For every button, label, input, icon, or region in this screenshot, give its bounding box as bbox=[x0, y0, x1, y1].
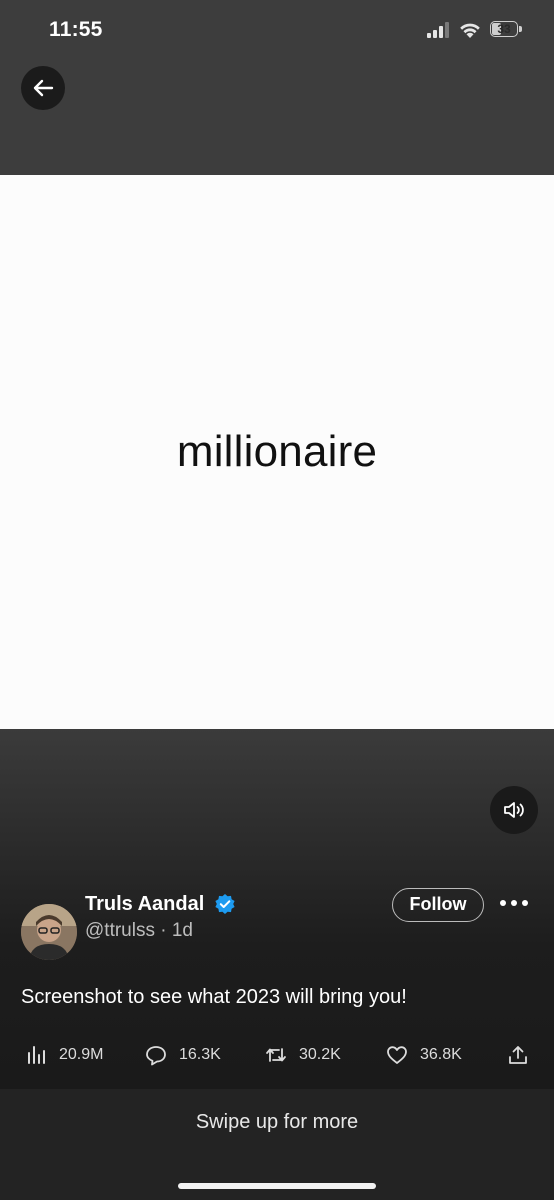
wifi-icon bbox=[460, 23, 480, 38]
views-count: 20.9M bbox=[59, 1046, 104, 1063]
media-word: millionaire bbox=[176, 427, 378, 476]
repost-action[interactable]: 30.2K bbox=[265, 1041, 341, 1069]
share-upload-icon bbox=[509, 1046, 527, 1064]
more-options-icon[interactable] bbox=[498, 893, 530, 913]
reply-bubble-icon bbox=[146, 1046, 166, 1066]
back-button[interactable] bbox=[21, 66, 65, 110]
media-image[interactable]: millionaire bbox=[0, 175, 554, 729]
cellular-signal-icon bbox=[427, 22, 449, 38]
avatar[interactable] bbox=[21, 904, 77, 960]
author-name[interactable]: Truls Aandal bbox=[85, 893, 204, 916]
swipe-up-label: Swipe up for more bbox=[195, 1111, 359, 1133]
views-action[interactable]: 20.9M bbox=[25, 1041, 103, 1069]
repost-count: 30.2K bbox=[299, 1046, 341, 1063]
repost-arrows-icon bbox=[266, 1048, 286, 1062]
avatar-photo bbox=[21, 904, 77, 960]
home-indicator[interactable] bbox=[178, 1183, 376, 1189]
views-chart-icon bbox=[28, 1046, 45, 1064]
post-actions: 20.9M 16.3K 30.2K 36.8K bbox=[0, 1041, 554, 1069]
status-bar: 11:55 33 bbox=[0, 0, 554, 62]
status-time: 11:55 bbox=[49, 18, 103, 41]
sound-toggle-button[interactable] bbox=[490, 786, 538, 834]
share-action[interactable] bbox=[507, 1041, 529, 1069]
battery-icon: 33 bbox=[490, 21, 524, 39]
verified-badge-icon bbox=[215, 894, 235, 914]
follow-button[interactable]: Follow bbox=[392, 888, 484, 922]
battery-level: 33 bbox=[497, 22, 511, 36]
reply-action[interactable]: 16.3K bbox=[145, 1041, 221, 1069]
heart-icon bbox=[387, 1046, 407, 1064]
like-count: 36.8K bbox=[420, 1046, 462, 1063]
arrow-left-icon bbox=[33, 79, 54, 97]
speaker-icon bbox=[504, 802, 524, 818]
author-handle-time[interactable]: @ttrulss · 1d bbox=[85, 920, 193, 942]
like-action[interactable]: 36.8K bbox=[386, 1041, 462, 1069]
post-text: Screenshot to see what 2023 will bring y… bbox=[21, 986, 407, 1008]
reply-count: 16.3K bbox=[179, 1046, 221, 1063]
